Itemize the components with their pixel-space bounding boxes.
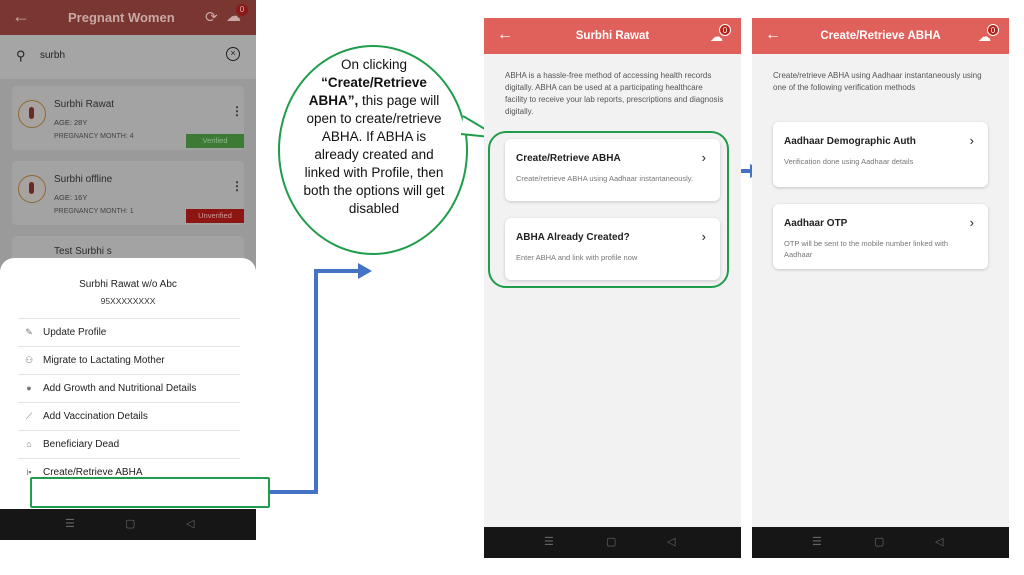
highlight-abha-options bbox=[488, 131, 729, 288]
recent-apps-icon[interactable]: ☰ bbox=[812, 535, 822, 548]
home-icon[interactable]: ▢ bbox=[874, 535, 884, 548]
card-description: OTP will be sent to the mobile number li… bbox=[784, 239, 949, 259]
callout-rest: this page will open to create/retrieve A… bbox=[303, 93, 445, 216]
abha-intro-text: ABHA is a hassle-free method of accessin… bbox=[505, 71, 724, 116]
system-nav-bar: ☰ ▢ ◁ bbox=[484, 527, 741, 558]
nav-back-icon[interactable]: ◁ bbox=[935, 535, 943, 548]
recent-apps-icon[interactable]: ☰ bbox=[544, 535, 554, 548]
callout-line1: On clicking bbox=[340, 57, 408, 72]
nav-back-icon[interactable]: ◁ bbox=[667, 535, 675, 548]
aadhaar-demographic-auth-card[interactable]: Aadhaar Demographic Auth › Verification … bbox=[773, 122, 988, 187]
flow-arrow-head bbox=[358, 263, 372, 279]
callout-text: On clicking “Create/Retrieve ABHA”, this… bbox=[300, 56, 448, 218]
chevron-right-icon: › bbox=[969, 133, 974, 148]
app-header: ← Surbhi Rawat ☁ 0 bbox=[484, 18, 741, 54]
phone-screen-create-retrieve-abha: ← Create/Retrieve ABHA ☁ 0 Create/retrie… bbox=[752, 18, 1009, 558]
system-nav-bar: ☰ ▢ ◁ bbox=[752, 527, 1009, 558]
card-title: Aadhaar Demographic Auth bbox=[784, 136, 916, 147]
app-header: ← Create/Retrieve ABHA ☁ 0 bbox=[752, 18, 1009, 54]
phone-screen-abha-options: ← Surbhi Rawat ☁ 0 ABHA is a hassle-free… bbox=[484, 18, 741, 558]
flow-arrow-line bbox=[270, 269, 360, 494]
header-title: Surbhi Rawat bbox=[575, 30, 650, 42]
notification-badge: 0 bbox=[719, 24, 731, 36]
chevron-right-icon: › bbox=[969, 215, 974, 230]
header-title: Create/Retrieve ABHA bbox=[820, 30, 941, 42]
card-description: Verification done using Aadhaar details bbox=[784, 157, 914, 166]
home-icon[interactable]: ▢ bbox=[606, 535, 616, 548]
notification-badge: 0 bbox=[987, 24, 999, 36]
card-title: Aadhaar OTP bbox=[784, 218, 848, 229]
verification-intro-text: Create/retrieve ABHA using Aadhaar insta… bbox=[773, 71, 982, 92]
aadhaar-otp-card[interactable]: Aadhaar OTP › OTP will be sent to the mo… bbox=[773, 204, 988, 269]
